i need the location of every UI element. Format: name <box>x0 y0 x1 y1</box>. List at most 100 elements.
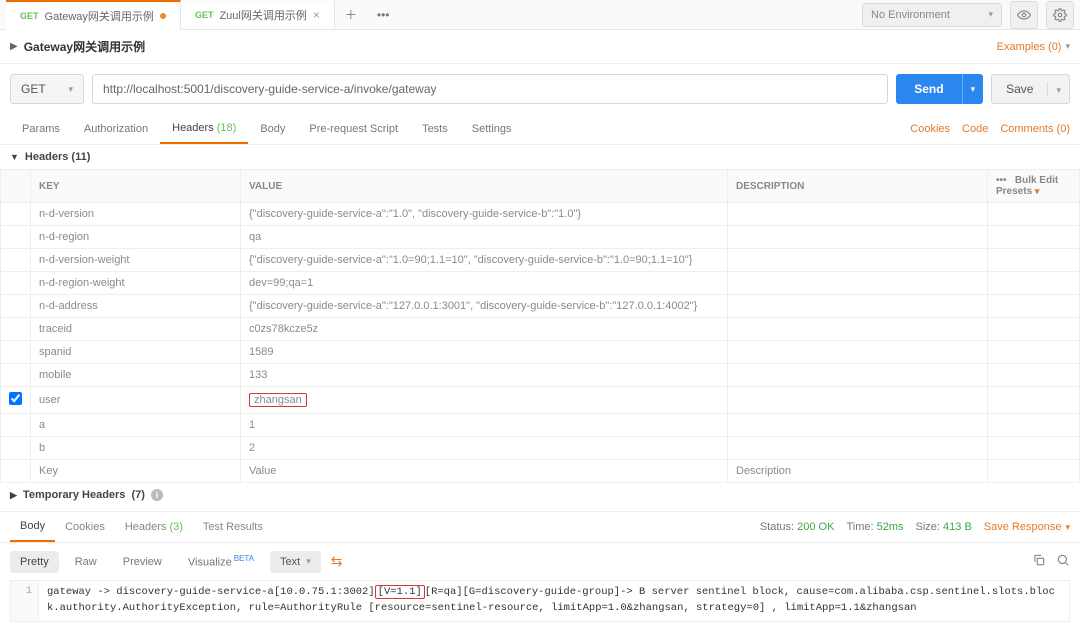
column-key: KEY <box>31 170 241 203</box>
env-quicklook-button[interactable] <box>1010 1 1038 29</box>
wrap-lines-button[interactable]: ⇆ <box>327 549 347 574</box>
send-dropdown[interactable]: ▾ <box>962 74 984 104</box>
header-desc-cell[interactable] <box>728 249 988 272</box>
code-link[interactable]: Code <box>962 123 988 135</box>
header-value-cell[interactable]: zhangsan <box>241 387 728 414</box>
header-key-placeholder[interactable]: Key <box>31 460 241 483</box>
header-key-cell[interactable]: a <box>31 414 241 437</box>
save-dropdown[interactable]: ▾ <box>1047 82 1069 96</box>
examples-link[interactable]: Examples (0) ▾ <box>997 41 1070 53</box>
collapse-caret-icon[interactable]: ▶ <box>10 41 18 52</box>
table-row[interactable]: b2 <box>1 437 1080 460</box>
resp-tab-headers[interactable]: Headers (3) <box>115 513 193 541</box>
save-response-link[interactable]: Save Response ▾ <box>984 521 1070 533</box>
headers-section-title[interactable]: ▼ Headers (11) <box>0 145 1080 169</box>
add-tab-button[interactable]: ＋ <box>335 2 367 27</box>
header-key-cell[interactable]: traceid <box>31 318 241 341</box>
cookies-link[interactable]: Cookies <box>910 123 950 135</box>
header-key-cell[interactable]: n-d-address <box>31 295 241 318</box>
body-type-select[interactable]: Text ▾ <box>270 551 321 573</box>
request-bar: GET ▾ http://localhost:5001/discovery-gu… <box>0 64 1080 114</box>
temporary-headers-toggle[interactable]: ▶ Temporary Headers (7) i <box>0 483 1080 507</box>
header-key-cell[interactable]: n-d-version-weight <box>31 249 241 272</box>
table-row[interactable]: n-d-region-weightdev=99;qa=1 <box>1 272 1080 295</box>
header-value-cell[interactable]: {"discovery-guide-service-a":"1.0", "dis… <box>241 203 728 226</box>
header-value-cell[interactable]: 1 <box>241 414 728 437</box>
header-desc-cell[interactable] <box>728 203 988 226</box>
header-desc-cell[interactable] <box>728 387 988 414</box>
header-value-cell[interactable]: 1589 <box>241 341 728 364</box>
method-select[interactable]: GET ▾ <box>10 74 84 104</box>
header-desc-cell[interactable] <box>728 295 988 318</box>
header-key-cell[interactable]: spanid <box>31 341 241 364</box>
table-row[interactable]: mobile133 <box>1 364 1080 387</box>
header-desc-cell[interactable] <box>728 226 988 249</box>
header-value-cell[interactable]: {"discovery-guide-service-a":"1.0=90;1.1… <box>241 249 728 272</box>
header-value-cell[interactable]: qa <box>241 226 728 249</box>
header-value-cell[interactable]: c0zs78kcze5z <box>241 318 728 341</box>
bulk-edit-link[interactable]: Bulk Edit <box>1015 175 1058 186</box>
table-row[interactable]: userzhangsan <box>1 387 1080 414</box>
header-key-cell[interactable]: n-d-region-weight <box>31 272 241 295</box>
table-row[interactable]: n-d-version{"discovery-guide-service-a":… <box>1 203 1080 226</box>
url-input[interactable]: http://localhost:5001/discovery-guide-se… <box>92 74 888 104</box>
tab-authorization[interactable]: Authorization <box>72 115 160 143</box>
header-value-cell[interactable]: {"discovery-guide-service-a":"127.0.0.1:… <box>241 295 728 318</box>
view-pretty[interactable]: Pretty <box>10 551 59 573</box>
table-row[interactable]: spanid1589 <box>1 341 1080 364</box>
more-icon[interactable]: ••• <box>996 175 1007 186</box>
table-row[interactable]: traceidc0zs78kcze5z <box>1 318 1080 341</box>
presets-link[interactable]: Presets ▾ <box>996 186 1039 197</box>
environment-select[interactable]: No Environment ▾ <box>862 3 1002 27</box>
tab-prerequest[interactable]: Pre-request Script <box>297 115 410 143</box>
row-checkbox[interactable] <box>9 392 22 405</box>
table-row[interactable]: n-d-version-weight{"discovery-guide-serv… <box>1 249 1080 272</box>
header-desc-cell[interactable] <box>728 272 988 295</box>
header-value-cell[interactable]: 133 <box>241 364 728 387</box>
header-key-cell[interactable]: user <box>31 387 241 414</box>
header-value-placeholder[interactable]: Value <box>241 460 728 483</box>
save-button[interactable]: Save ▾ <box>991 74 1070 104</box>
resp-tab-body[interactable]: Body <box>10 512 55 542</box>
tab-gateway[interactable]: GET Gateway网关调用示例 <box>6 0 181 30</box>
table-row[interactable]: a1 <box>1 414 1080 437</box>
header-key-cell[interactable]: n-d-region <box>31 226 241 249</box>
header-desc-placeholder[interactable]: Description <box>728 460 988 483</box>
tab-params[interactable]: Params <box>10 115 72 143</box>
header-desc-cell[interactable] <box>728 414 988 437</box>
resp-tab-testresults[interactable]: Test Results <box>193 513 273 541</box>
header-desc-cell[interactable] <box>728 364 988 387</box>
header-desc-cell[interactable] <box>728 318 988 341</box>
tab-settings[interactable]: Settings <box>460 115 524 143</box>
tab-body[interactable]: Body <box>248 115 297 143</box>
status-info: Status: 200 OK <box>760 521 835 533</box>
header-value-cell[interactable]: 2 <box>241 437 728 460</box>
header-key-cell[interactable]: b <box>31 437 241 460</box>
search-button[interactable] <box>1056 553 1070 570</box>
table-row-placeholder[interactable]: KeyValueDescription <box>1 460 1080 483</box>
header-desc-cell[interactable] <box>728 437 988 460</box>
view-preview[interactable]: Preview <box>113 551 172 573</box>
settings-button[interactable] <box>1046 1 1074 29</box>
close-icon[interactable]: × <box>313 8 320 22</box>
resp-tab-cookies[interactable]: Cookies <box>55 513 115 541</box>
send-button[interactable]: Send ▾ <box>896 74 983 104</box>
table-row[interactable]: n-d-address{"discovery-guide-service-a":… <box>1 295 1080 318</box>
response-text: gateway -> discovery-guide-service-a[10.… <box>39 581 1069 621</box>
header-key-cell[interactable]: n-d-version <box>31 203 241 226</box>
table-row[interactable]: n-d-regionqa <box>1 226 1080 249</box>
header-value-cell[interactable]: dev=99;qa=1 <box>241 272 728 295</box>
view-visualize[interactable]: VisualizeBETA <box>178 549 264 574</box>
header-desc-cell[interactable] <box>728 341 988 364</box>
info-icon[interactable]: i <box>151 489 163 501</box>
copy-button[interactable] <box>1032 553 1046 570</box>
tab-zuul[interactable]: GET Zuul网关调用示例 × <box>181 1 335 29</box>
header-key-cell[interactable]: mobile <box>31 364 241 387</box>
tab-overflow-button[interactable]: ••• <box>367 4 400 26</box>
tab-headers[interactable]: Headers (18) <box>160 114 248 144</box>
response-body[interactable]: 1 gateway -> discovery-guide-service-a[1… <box>10 580 1070 622</box>
comments-link[interactable]: Comments (0) <box>1000 123 1070 135</box>
collapse-caret-icon: ▶ <box>10 490 17 501</box>
tab-tests[interactable]: Tests <box>410 115 460 143</box>
view-raw[interactable]: Raw <box>65 551 107 573</box>
